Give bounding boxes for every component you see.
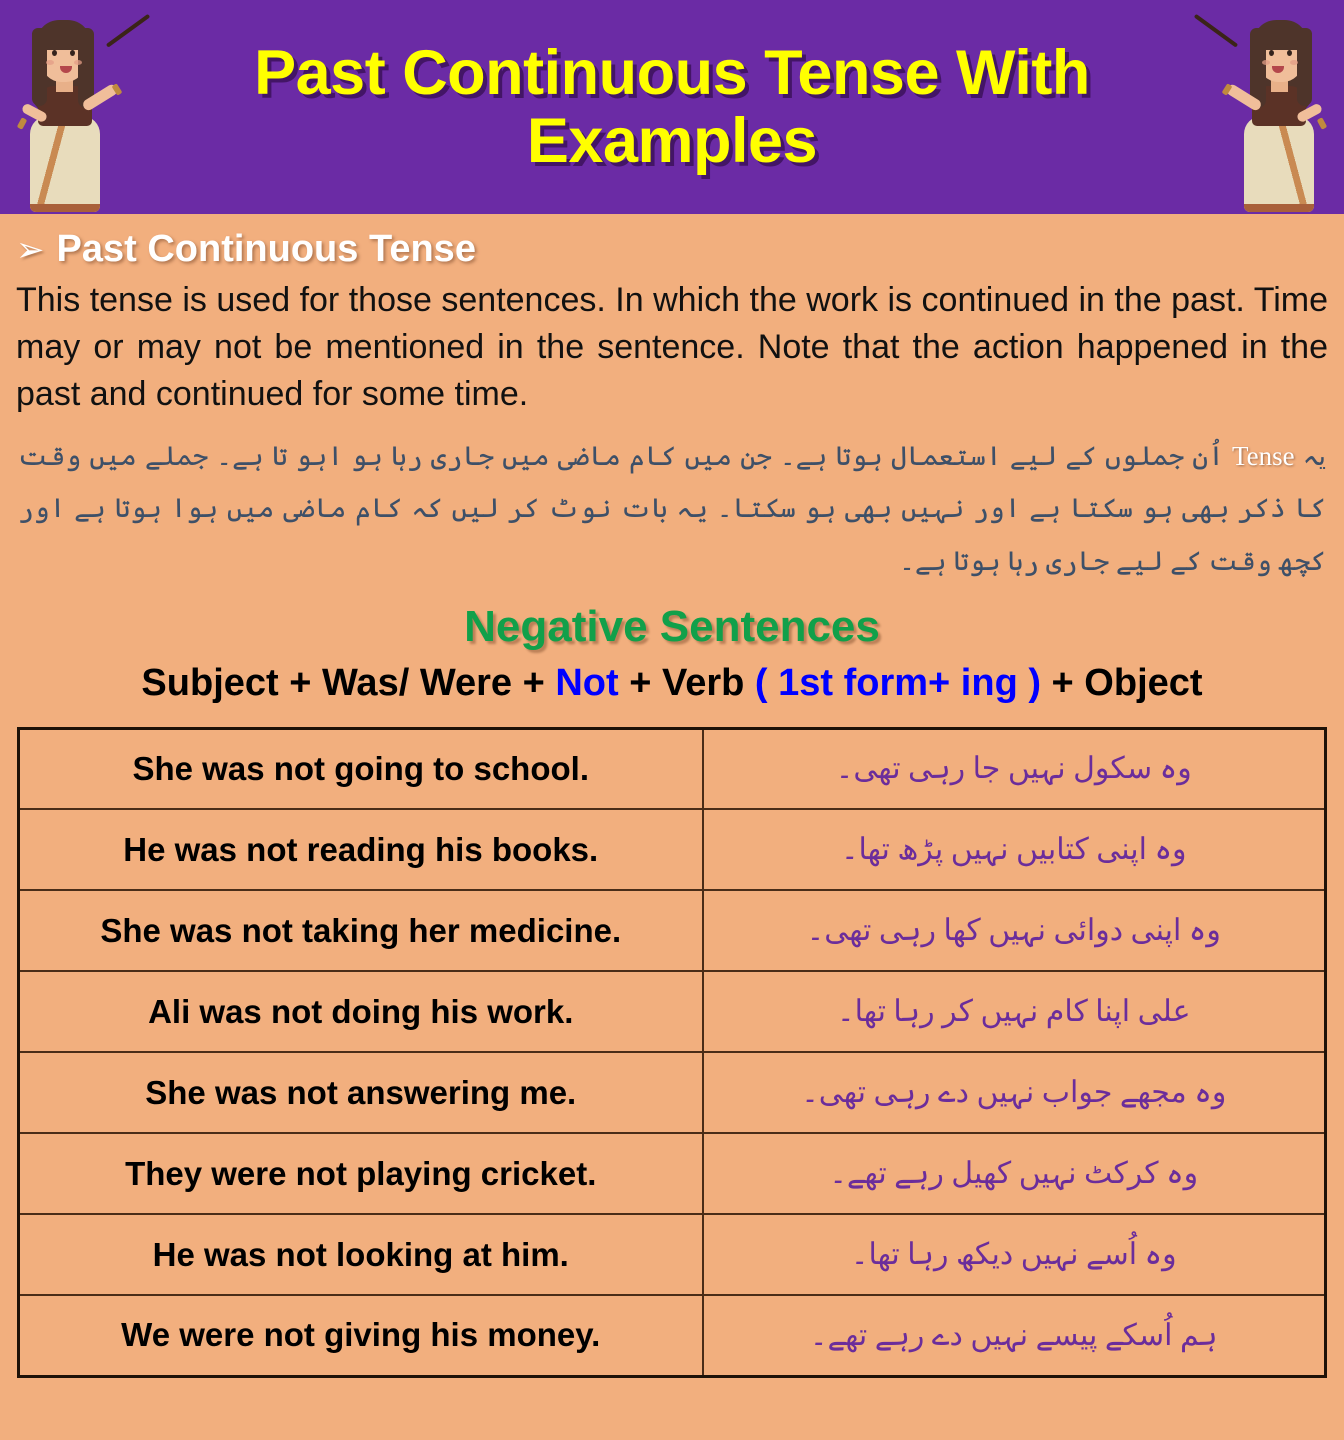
cell-english: We were not giving his money. xyxy=(17,1294,704,1378)
cell-english: He was not reading his books. xyxy=(17,808,704,892)
intro-paragraph-english: This tense is used for those sentences. … xyxy=(16,281,1328,413)
content-area: ➢ Past Continuous Tense This tense is us… xyxy=(0,214,1344,1378)
cell-urdu: وہ اُسے نہیں دیکھ رہا تھا۔ xyxy=(701,1213,1327,1297)
formula-part-4: + Object xyxy=(1041,661,1203,704)
cell-english: She was not answering me. xyxy=(17,1051,704,1135)
table-row: She was not taking her medicine. وہ اپنی … xyxy=(17,889,1327,973)
urdu-inline-english-word: Tense xyxy=(1231,440,1295,471)
cell-urdu: وہ کرکٹ نہیں کھیل رہے تھے۔ xyxy=(701,1132,1327,1216)
cell-english: Ali was not doing his work. xyxy=(17,970,704,1054)
negative-formula: Subject + Was/ Were + Not + Verb ( 1st f… xyxy=(16,662,1328,705)
examples-table: She was not going to school. وہ سکول نہیں… xyxy=(17,726,1327,1378)
cell-urdu: علی اپنا کام نہیں کر رہا تھا۔ xyxy=(701,970,1327,1054)
teacher-illustration-left xyxy=(2,6,151,214)
urdu-intro-after: اُن جملوں کے لیے استعمال ہوتا ہے۔ جن میں… xyxy=(18,440,1326,576)
arrow-bullet-icon: ➢ xyxy=(16,230,45,269)
negative-sentences-heading: Negative Sentences xyxy=(464,601,880,651)
examples-table-body: She was not going to school. وہ سکول نہیں… xyxy=(17,727,1327,1378)
formula-part-2: + Verb xyxy=(618,661,755,704)
table-row: She was not answering me. وہ مجھے جواب نہ… xyxy=(17,1051,1327,1135)
formula-part-1: Not xyxy=(555,661,619,704)
teacher-illustration-right xyxy=(1193,6,1342,214)
formula-part-3: ( 1st form+ ing ) xyxy=(754,661,1041,704)
header-banner: Past Continuous Tense With Examples xyxy=(0,0,1344,214)
table-row: We were not giving his money. ہم اُسکے پی… xyxy=(17,1294,1327,1378)
cell-urdu: وہ سکول نہیں جا رہی تھی۔ xyxy=(701,727,1327,811)
cell-urdu: وہ اپنی دوائی نہیں کھا رہی تھی۔ xyxy=(701,889,1327,973)
cell-english: She was not going to school. xyxy=(17,727,704,811)
table-row: He was not looking at him. وہ اُسے نہیں د… xyxy=(17,1213,1327,1297)
intro-paragraph-urdu: یہ Tense اُن جملوں کے لیے استعمال ہوتا ہ… xyxy=(16,426,1328,588)
formula-part-0: Subject + Was/ Were + xyxy=(141,661,556,704)
section-heading-label: Past Continuous Tense xyxy=(56,228,476,270)
page-title: Past Continuous Tense With Examples xyxy=(254,37,1090,176)
cell-urdu: ہم اُسکے پیسے نہیں دے رہے تھے۔ xyxy=(701,1294,1327,1378)
section-heading: ➢ Past Continuous Tense xyxy=(16,228,1328,271)
table-row: She was not going to school. وہ سکول نہیں… xyxy=(17,727,1327,811)
cell-english: He was not looking at him. xyxy=(17,1213,704,1297)
cell-urdu: وہ اپنی کتابیں نہیں پڑھ تھا۔ xyxy=(701,808,1327,892)
cell-urdu: وہ مجھے جواب نہیں دے رہی تھی۔ xyxy=(701,1051,1327,1135)
worksheet-page: Past Continuous Tense With Examples ➢ Pa… xyxy=(0,0,1344,1440)
cell-english: She was not taking her medicine. xyxy=(17,889,704,973)
cell-english: They were not playing cricket. xyxy=(17,1132,704,1216)
urdu-intro-before: یہ xyxy=(1294,440,1327,471)
table-row: They were not playing cricket. وہ کرکٹ نہ… xyxy=(17,1132,1327,1216)
table-row: Ali was not doing his work. علی اپنا کام … xyxy=(17,970,1327,1054)
table-row: He was not reading his books. وہ اپنی کتا… xyxy=(17,808,1327,892)
